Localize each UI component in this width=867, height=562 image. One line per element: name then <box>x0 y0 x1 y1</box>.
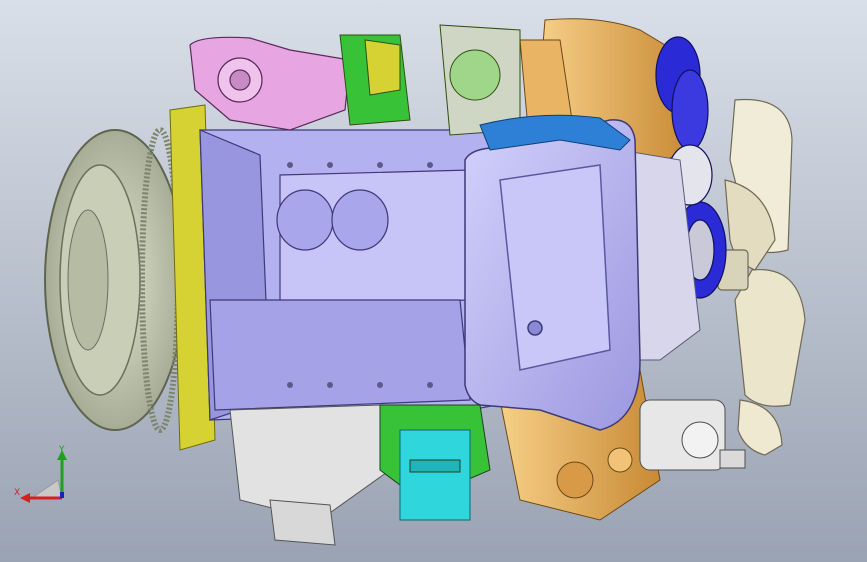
engine-model-scene[interactable] <box>0 0 867 562</box>
y-axis-label: Y <box>58 445 65 455</box>
cad-viewport[interactable]: Y X <box>0 0 867 562</box>
axis-triad: Y X <box>14 445 67 503</box>
oil-pan[interactable] <box>464 119 641 431</box>
triad-plane <box>30 479 63 499</box>
x-axis-label: X <box>14 488 20 498</box>
x-axis-arrowhead <box>20 493 30 503</box>
flywheel[interactable] <box>44 127 186 433</box>
